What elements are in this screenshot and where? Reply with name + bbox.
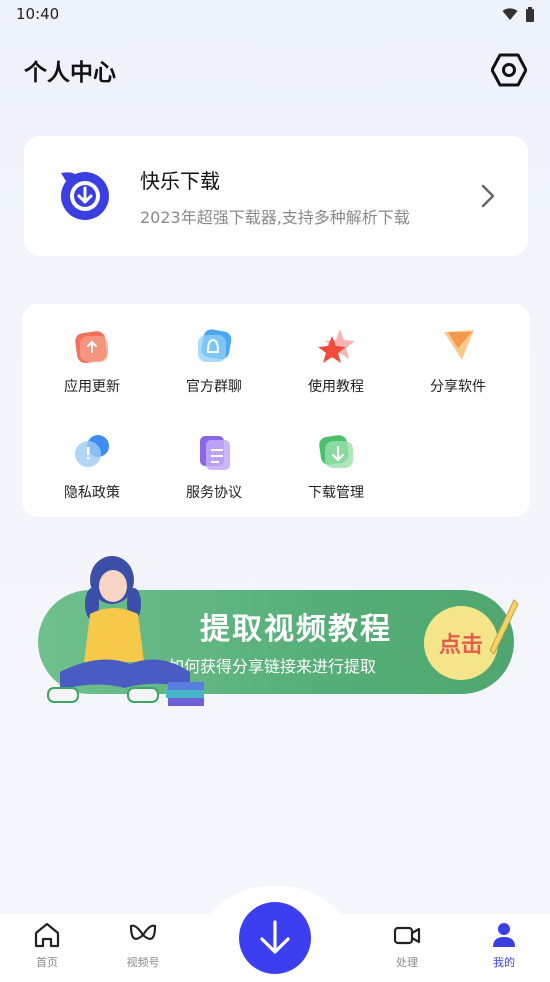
battery-icon <box>526 6 534 22</box>
nav-item-process[interactable]: 处理 <box>377 920 437 970</box>
menu-label: 分享软件 <box>430 379 486 395</box>
document-icon <box>200 436 230 470</box>
privacy-icon <box>75 435 109 467</box>
menu-item-tutorial[interactable]: 使用教程 <box>276 326 396 396</box>
menu-label: 隐私政策 <box>64 485 120 501</box>
share-icon <box>444 330 474 360</box>
download-arrow-icon <box>260 920 290 954</box>
app-info-card[interactable]: 快乐下载 2023年超强下载器,支持多种解析下载 <box>24 136 528 256</box>
menu-item-share-app[interactable]: 分享软件 <box>398 326 518 396</box>
menu-item-download-manage[interactable]: 下载管理 <box>276 432 396 502</box>
app-name: 快乐下载 <box>140 168 220 193</box>
update-icon <box>75 331 108 364</box>
nav-item-home[interactable]: 首页 <box>17 920 77 970</box>
app-logo-icon <box>61 172 109 220</box>
nav-label-active: 我的 <box>493 956 515 969</box>
user-icon <box>493 923 515 947</box>
menu-label: 下载管理 <box>308 485 364 501</box>
pencil-icon <box>489 599 519 655</box>
menu-grid: 应用更新 官方群聊 使用教程 分享软件 隐私政策 服务协议 下载管理 <box>22 304 530 517</box>
star-icon <box>318 329 355 363</box>
banner-title: 提取视频教程 <box>200 612 392 647</box>
page-title: 个人中心 <box>24 60 116 86</box>
home-icon <box>34 922 60 948</box>
settings-hex-icon[interactable] <box>490 51 528 89</box>
menu-item-service-agreement[interactable]: 服务协议 <box>154 432 274 502</box>
nav-label: 处理 <box>396 956 418 969</box>
download-manage-icon <box>319 435 353 468</box>
menu-label: 官方群聊 <box>186 379 242 395</box>
menu-label: 服务协议 <box>186 485 242 501</box>
status-bar: 10:40 <box>0 0 550 28</box>
video-camera-icon <box>393 926 421 945</box>
app-description: 2023年超强下载器,支持多种解析下载 <box>140 207 410 227</box>
chevron-right-icon <box>481 184 495 208</box>
nav-label: 视频号 <box>126 956 160 969</box>
nav-item-video-channel[interactable]: 视频号 <box>113 920 173 970</box>
wifi-icon <box>502 8 518 20</box>
header: 个人中心 <box>24 50 528 90</box>
center-download-button[interactable] <box>239 902 311 974</box>
menu-label: 使用教程 <box>308 379 364 395</box>
status-time: 10:40 <box>16 5 60 23</box>
video-channel-icon <box>129 924 157 940</box>
girl-illustration <box>47 556 204 706</box>
menu-item-app-update[interactable]: 应用更新 <box>32 326 152 396</box>
menu-label: 应用更新 <box>64 379 120 395</box>
nav-label: 首页 <box>36 956 58 969</box>
nav-item-mine[interactable]: 我的 <box>474 920 534 970</box>
menu-item-privacy[interactable]: 隐私政策 <box>32 432 152 502</box>
menu-item-official-group[interactable]: 官方群聊 <box>154 326 274 396</box>
group-chat-icon <box>198 329 232 362</box>
